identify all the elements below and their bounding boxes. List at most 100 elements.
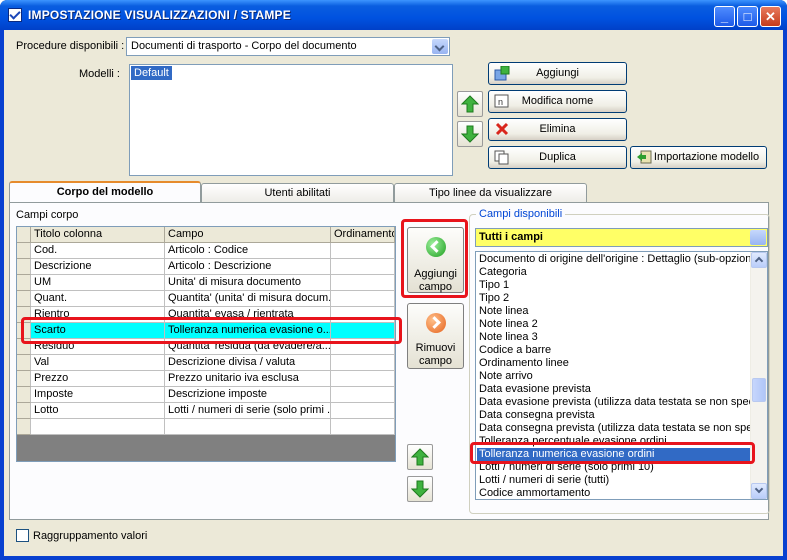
campi-corpo-grid[interactable]: Titolo colonna Campo Ordinamento Cod. Ar…	[16, 226, 396, 462]
cell-ordinamento[interactable]	[331, 275, 395, 291]
cell-ordinamento[interactable]	[331, 243, 395, 259]
cell-campo[interactable]: Articolo : Codice	[165, 243, 331, 259]
cell-titolo[interactable]: Quant.	[31, 291, 165, 307]
list-item[interactable]: Note linea 3	[479, 331, 751, 344]
cell-campo[interactable]: Descrizione imposte	[165, 387, 331, 403]
raggruppamento-checkbox[interactable]	[16, 529, 29, 542]
list-item[interactable]: Categoria	[479, 266, 751, 279]
modelli-item-default[interactable]: Default	[131, 66, 172, 80]
list-item[interactable]: Data consegna prevista (utilizza data te…	[479, 422, 751, 435]
cell-titolo[interactable]: Lotto	[31, 403, 165, 419]
list-item[interactable]: Data evasione prevista (utilizza data te…	[479, 396, 751, 409]
table-row[interactable]: Prezzo Prezzo unitario iva esclusa	[17, 371, 395, 387]
row-selector[interactable]	[17, 371, 31, 387]
cell-ordinamento[interactable]	[331, 419, 395, 435]
duplica-label: Duplica	[539, 151, 576, 163]
rimuovi-campo-line2: campo	[418, 355, 453, 367]
campi-corpo-label: Campi corpo	[16, 209, 79, 221]
cell-titolo[interactable]: Val	[31, 355, 165, 371]
chevron-down-icon[interactable]	[432, 39, 448, 54]
cell-ordinamento[interactable]	[331, 259, 395, 275]
list-item[interactable]: Data evasione prevista	[479, 383, 751, 396]
list-item[interactable]: Codice ammortamento	[479, 487, 751, 499]
cell-titolo[interactable]: Imposte	[31, 387, 165, 403]
cell-campo[interactable]: Articolo : Descrizione	[165, 259, 331, 275]
row-selector[interactable]	[17, 275, 31, 291]
field-move-down-button[interactable]	[407, 476, 433, 502]
table-row[interactable]: UM Unita' di misura documento	[17, 275, 395, 291]
maximize-button[interactable]: □	[737, 6, 758, 27]
chevron-down-icon[interactable]	[750, 230, 766, 245]
list-item[interactable]: Data consegna prevista	[479, 409, 751, 422]
elimina-label: Elimina	[539, 123, 576, 135]
cell-titolo[interactable]: Cod.	[31, 243, 165, 259]
column-header-titolo[interactable]: Titolo colonna	[31, 227, 165, 243]
column-header-campo[interactable]: Campo	[165, 227, 331, 243]
list-item[interactable]: Tipo 2	[479, 292, 751, 305]
scroll-up-button[interactable]	[751, 252, 767, 268]
list-item[interactable]: Documento di origine dell'origine : Dett…	[479, 253, 751, 266]
table-row[interactable]: Quant. Quantita' (unita' di misura docum…	[17, 291, 395, 307]
campi-filter-select[interactable]: Tutti i campi	[475, 228, 768, 247]
modelli-list[interactable]: Default	[129, 64, 453, 176]
scroll-thumb[interactable]	[752, 378, 766, 402]
cell-campo[interactable]: Unita' di misura documento	[165, 275, 331, 291]
aggiungi-button[interactable]: Aggiungi	[488, 62, 627, 85]
list-item[interactable]: Tipo 1	[479, 279, 751, 292]
row-selector[interactable]	[17, 387, 31, 403]
cell-titolo[interactable]: Descrizione	[31, 259, 165, 275]
cell-ordinamento[interactable]	[331, 371, 395, 387]
table-row[interactable]: Cod. Articolo : Codice	[17, 243, 395, 259]
cell-ordinamento[interactable]	[331, 355, 395, 371]
list-item[interactable]: Codice a barre	[479, 344, 751, 357]
duplica-button[interactable]: Duplica	[488, 146, 627, 169]
cell-campo[interactable]: Quantita' (unita' di misura docum...	[165, 291, 331, 307]
cell-ordinamento[interactable]	[331, 403, 395, 419]
field-move-up-button[interactable]	[407, 444, 433, 470]
aggiungi-label: Aggiungi	[536, 67, 579, 79]
table-row[interactable]: Imposte Descrizione imposte	[17, 387, 395, 403]
model-move-up-button[interactable]	[457, 91, 483, 117]
arrow-up-icon	[411, 448, 429, 466]
close-button[interactable]: ✕	[760, 6, 781, 27]
modifica-nome-button[interactable]: n Modifica nome	[488, 90, 627, 113]
row-selector[interactable]	[17, 419, 31, 435]
table-row[interactable]: Val Descrizione divisa / valuta	[17, 355, 395, 371]
scroll-down-button[interactable]	[751, 483, 767, 499]
minimize-button[interactable]: _	[714, 6, 735, 27]
list-item[interactable]: Lotti / numeri di serie (tutti)	[479, 474, 751, 487]
arrow-up-icon	[461, 95, 479, 113]
list-item[interactable]: Note linea 2	[479, 318, 751, 331]
cell-titolo[interactable]: Prezzo	[31, 371, 165, 387]
title-bar[interactable]: IMPOSTAZIONE VISUALIZZAZIONI / STAMPE _ …	[0, 0, 787, 30]
row-selector[interactable]	[17, 403, 31, 419]
list-item[interactable]: Note arrivo	[479, 370, 751, 383]
rimuovi-campo-line1: Rimuovi	[415, 342, 456, 354]
tab-tipo-linee[interactable]: Tipo linee da visualizzare	[394, 183, 587, 204]
row-selector[interactable]	[17, 243, 31, 259]
cell-campo[interactable]: Descrizione divisa / valuta	[165, 355, 331, 371]
list-item[interactable]: Note linea	[479, 305, 751, 318]
cell-campo[interactable]: Lotti / numeri di serie (solo primi ...	[165, 403, 331, 419]
row-selector[interactable]	[17, 259, 31, 275]
cell-titolo[interactable]: UM	[31, 275, 165, 291]
table-row[interactable]: Descrizione Articolo : Descrizione	[17, 259, 395, 275]
tab-corpo-del-modello[interactable]: Corpo del modello	[9, 181, 201, 204]
cell-campo[interactable]: Prezzo unitario iva esclusa	[165, 371, 331, 387]
table-row[interactable]: Lotto Lotti / numeri di serie (solo prim…	[17, 403, 395, 419]
elimina-button[interactable]: Elimina	[488, 118, 627, 141]
tab-utenti-abilitati[interactable]: Utenti abilitati	[201, 183, 394, 204]
rimuovi-campo-button[interactable]: Rimuovi campo	[407, 303, 464, 369]
importazione-modello-button[interactable]: Importazione modello	[630, 146, 767, 169]
model-move-down-button[interactable]	[457, 121, 483, 147]
cell-titolo[interactable]	[31, 419, 165, 435]
cell-campo[interactable]	[165, 419, 331, 435]
cell-ordinamento[interactable]	[331, 387, 395, 403]
row-selector[interactable]	[17, 291, 31, 307]
cell-ordinamento[interactable]	[331, 291, 395, 307]
table-row-new[interactable]	[17, 419, 395, 435]
list-item[interactable]: Ordinamento linee	[479, 357, 751, 370]
procedure-select[interactable]: Documenti di trasporto - Corpo del docum…	[126, 37, 450, 56]
column-header-ordinamento[interactable]: Ordinamento	[331, 227, 395, 243]
row-selector[interactable]	[17, 355, 31, 371]
